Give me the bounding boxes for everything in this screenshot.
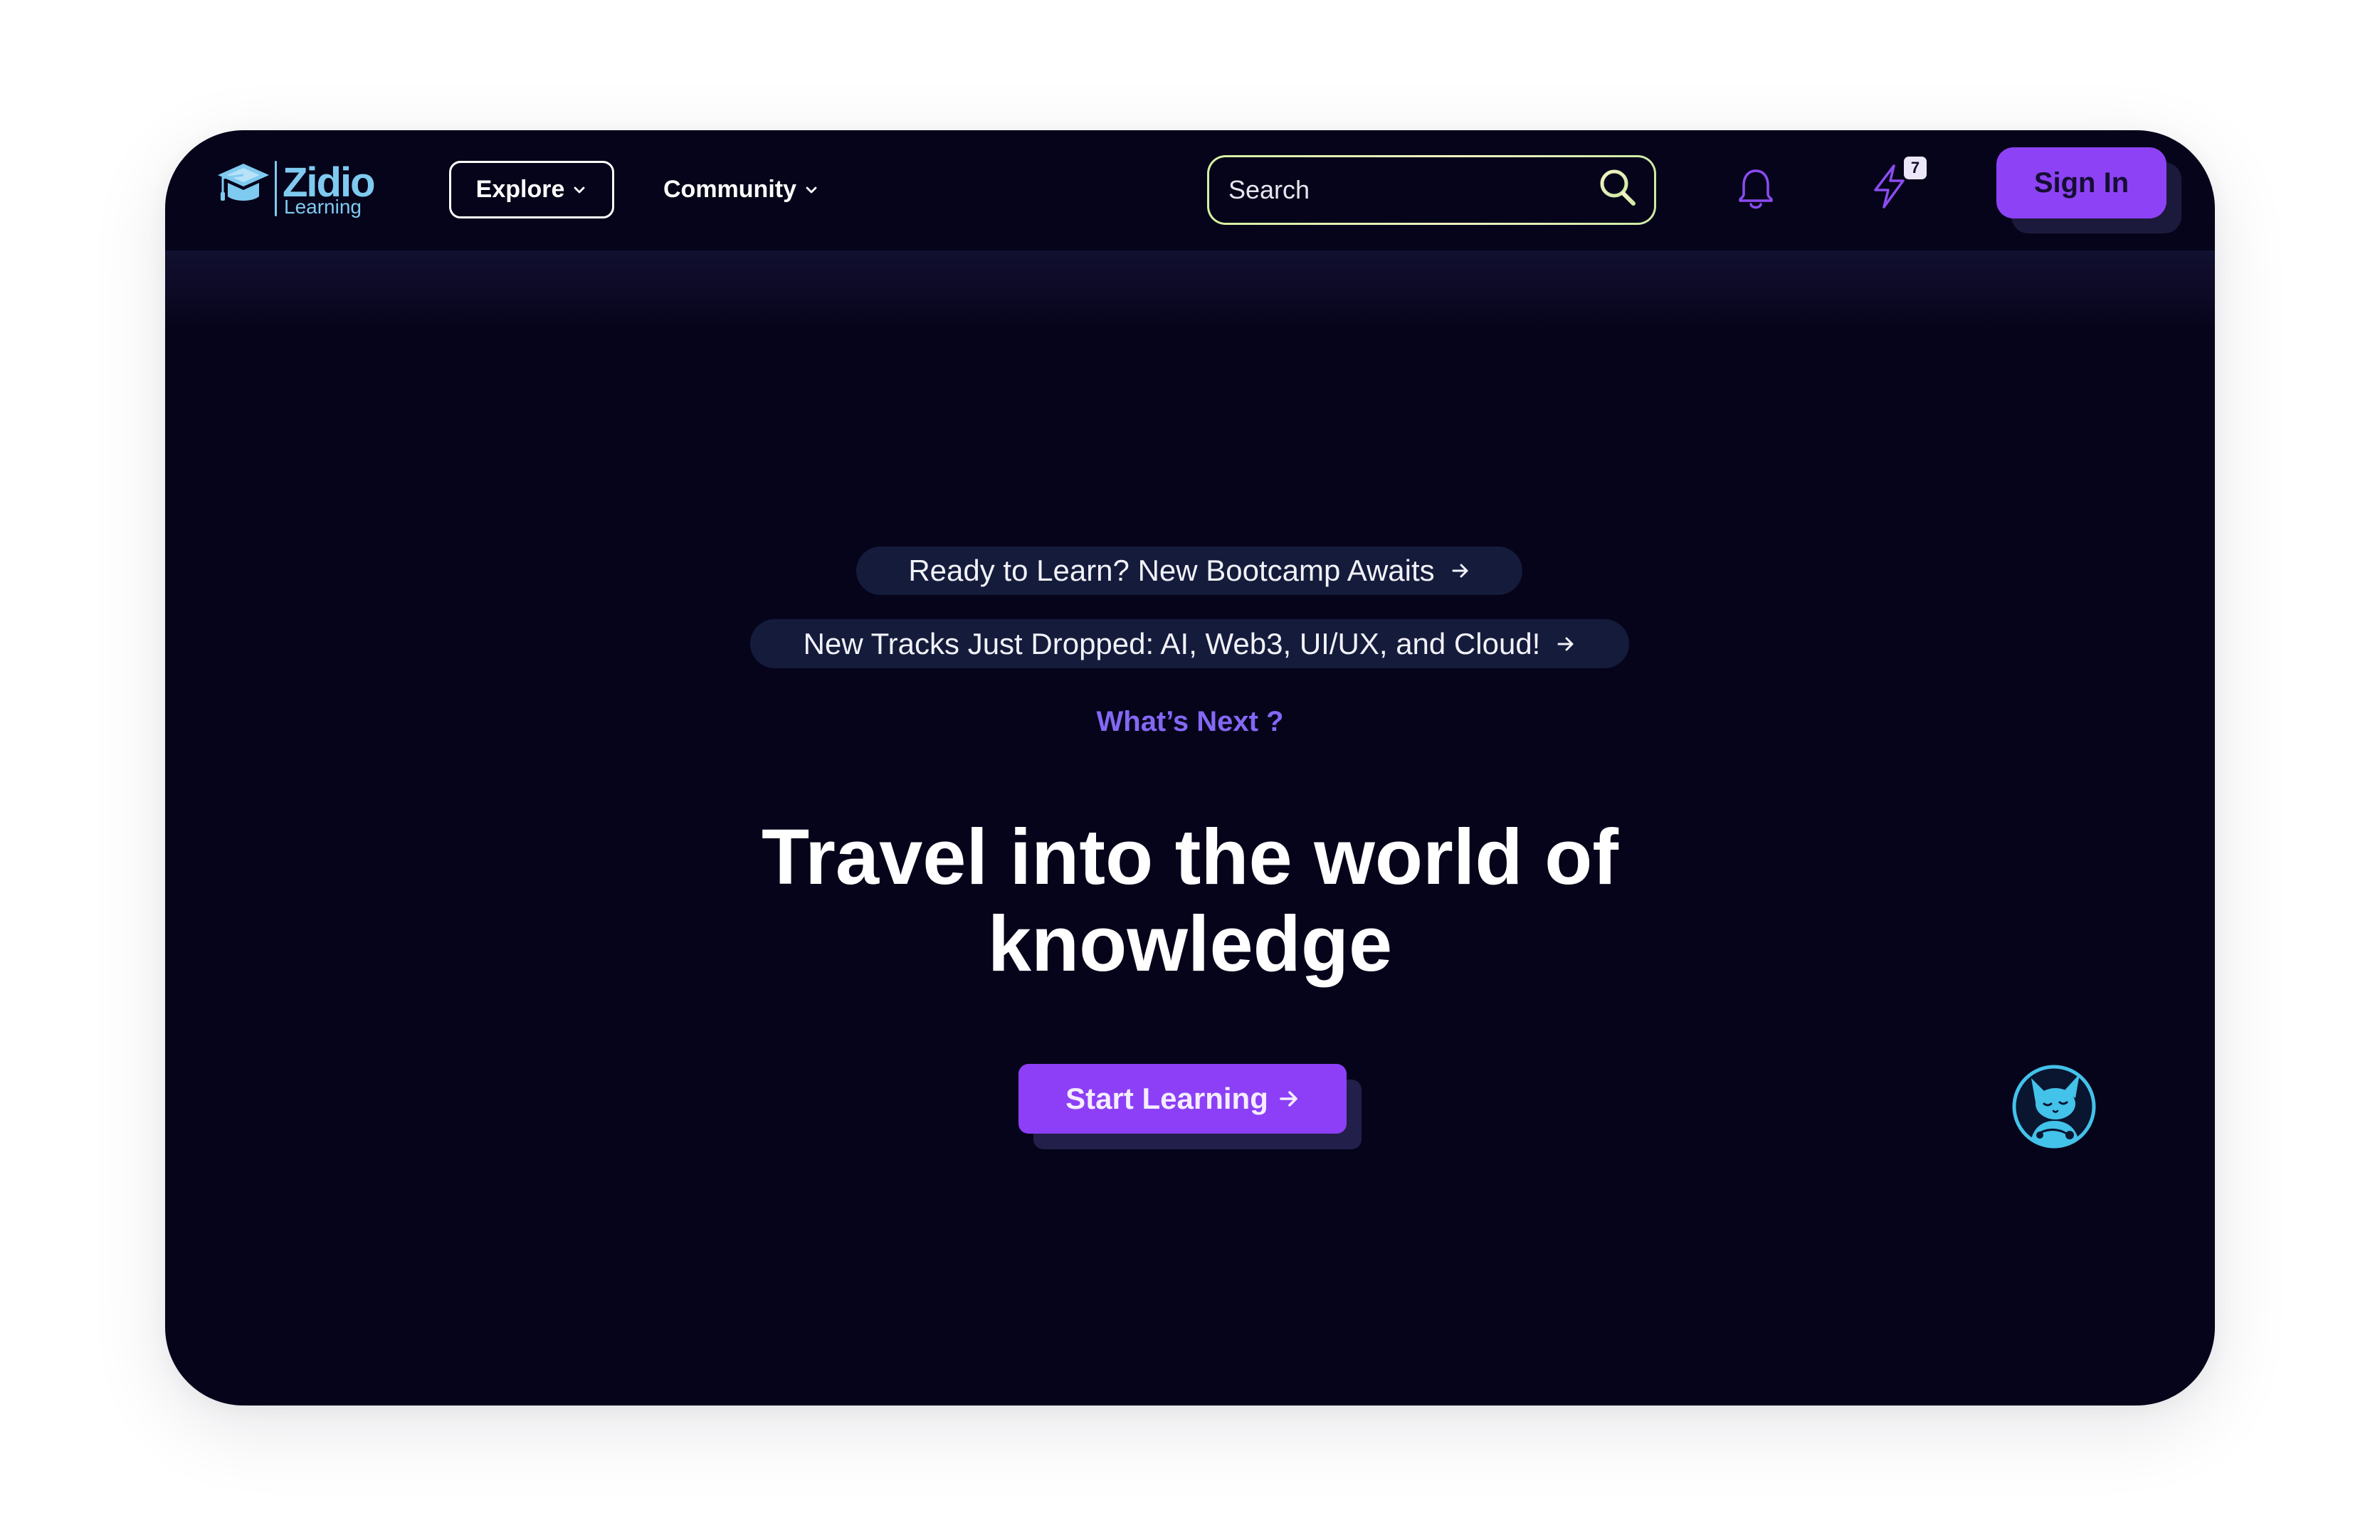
hero-headline: Travel into the world of knowledge (165, 814, 2215, 988)
announcement-pill-bootcamp[interactable]: Ready to Learn? New Bootcamp Awaits (856, 547, 1522, 595)
streak-button[interactable]: 7 (1872, 157, 1929, 211)
start-learning-label: Start Learning (1065, 1082, 1268, 1115)
mascot-avatar-icon (2011, 1064, 2097, 1149)
search-bar (1207, 155, 1656, 225)
navbar-glow (165, 250, 2215, 332)
chevron-down-icon (804, 182, 819, 198)
brand-logo-link[interactable]: Zidio Learning (217, 159, 376, 223)
app-window: Zidio Learning Explore Community Search … (165, 130, 2215, 1405)
arrow-right-icon (1450, 561, 1470, 581)
hero-headline-line-1: Travel into the world of (762, 813, 1618, 901)
whats-next-label: What’s Next ? (1096, 706, 1284, 737)
bell-icon (1735, 167, 1776, 213)
start-learning-button[interactable]: Start Learning (1018, 1064, 1347, 1134)
hero-headline-line-2: knowledge (987, 900, 1393, 988)
lightning-bolt-icon (1872, 164, 1907, 209)
explore-label: Explore (475, 176, 565, 203)
logo-divider (275, 161, 277, 216)
search-icon[interactable] (1598, 167, 1636, 207)
top-navbar: Zidio Learning Explore Community Search … (165, 130, 2215, 250)
arrow-right-icon (1556, 634, 1576, 654)
announcement-text: New Tracks Just Dropped: AI, Web3, UI/UX… (803, 626, 1541, 660)
brand-subtitle: Learning (284, 196, 362, 218)
notifications-button[interactable] (1735, 167, 1776, 213)
announcement-text: Ready to Learn? New Bootcamp Awaits (908, 554, 1435, 587)
community-label: Community (663, 176, 796, 203)
community-menu-button[interactable]: Community (663, 161, 819, 218)
explore-menu-button[interactable]: Explore (449, 161, 614, 218)
arrow-right-icon (1278, 1088, 1300, 1109)
search-input[interactable] (1209, 157, 1579, 223)
streak-badge: 7 (1904, 157, 1927, 179)
assistant-chat-button[interactable] (2011, 1064, 2097, 1149)
graduation-cap-icon (217, 161, 270, 213)
chevron-down-icon (572, 182, 587, 198)
announcement-pill-new-tracks[interactable]: New Tracks Just Dropped: AI, Web3, UI/UX… (750, 619, 1629, 668)
sign-in-button[interactable]: Sign In (1996, 147, 2166, 218)
